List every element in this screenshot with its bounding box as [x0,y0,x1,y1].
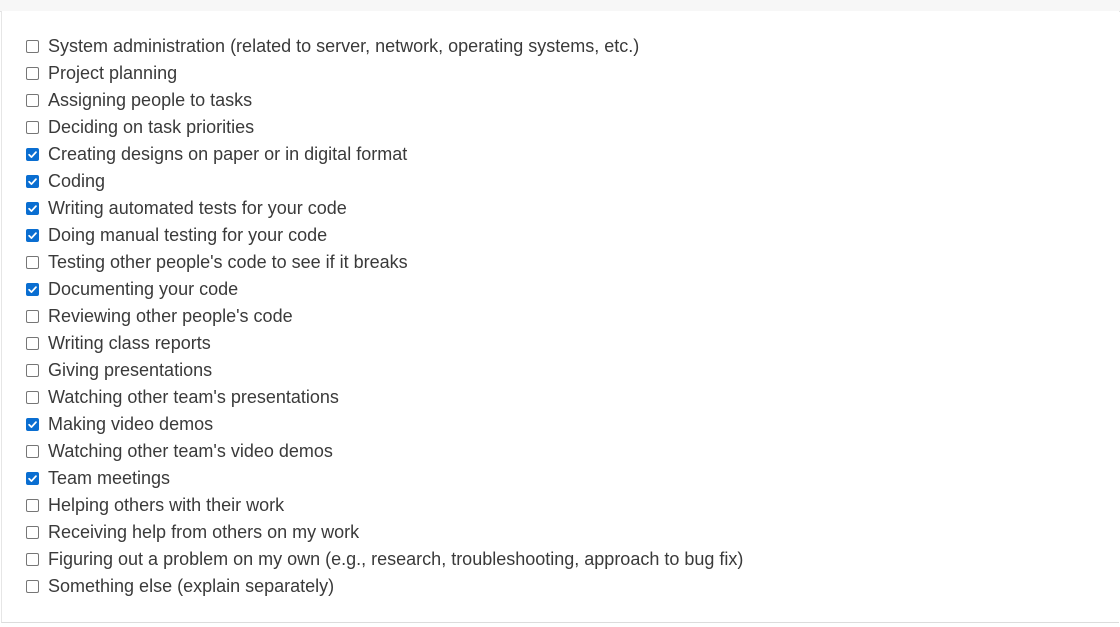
checkbox-option[interactable]: Watching other team's presentations [26,384,743,411]
checkbox[interactable] [26,283,39,296]
checkbox[interactable] [26,310,39,323]
checkbox-option[interactable]: Team meetings [26,465,743,492]
checkmark-icon [28,178,37,185]
checkbox-option[interactable]: Assigning people to tasks [26,87,743,114]
checkbox-option[interactable]: Creating designs on paper or in digital … [26,141,743,168]
checkbox[interactable] [26,121,39,134]
checkbox[interactable] [26,526,39,539]
checkbox-option[interactable]: Helping others with their work [26,492,743,519]
checkbox-label[interactable]: Figuring out a problem on my own (e.g., … [48,546,743,573]
checkbox-label[interactable]: Watching other team's presentations [48,384,339,411]
checkbox-label[interactable]: System administration (related to server… [48,33,639,60]
checkbox-label[interactable]: Assigning people to tasks [48,87,252,114]
checkbox-label[interactable]: Something else (explain separately) [48,573,334,600]
checkmark-icon [28,286,37,293]
checkbox[interactable] [26,229,39,242]
checkbox-option[interactable]: Writing automated tests for your code [26,195,743,222]
checkbox-label[interactable]: Receiving help from others on my work [48,519,359,546]
checkbox-option[interactable]: Watching other team's video demos [26,438,743,465]
checkbox-label[interactable]: Making video demos [48,411,213,438]
checkbox[interactable] [26,94,39,107]
checkmark-icon [28,475,37,482]
checkbox-label[interactable]: Helping others with their work [48,492,284,519]
checkbox-option[interactable]: Testing other people's code to see if it… [26,249,743,276]
checkmark-icon [28,421,37,428]
checkbox-option[interactable]: Something else (explain separately) [26,573,743,600]
checkmark-icon [28,205,37,212]
checkmark-icon [28,151,37,158]
checkbox-option[interactable]: Documenting your code [26,276,743,303]
checkbox-option[interactable]: Figuring out a problem on my own (e.g., … [26,546,743,573]
checkbox[interactable] [26,256,39,269]
checkbox-option[interactable]: System administration (related to server… [26,33,743,60]
checkbox-label[interactable]: Writing automated tests for your code [48,195,347,222]
checkbox-option[interactable]: Coding [26,168,743,195]
checkbox-label[interactable]: Doing manual testing for your code [48,222,327,249]
checkbox-option[interactable]: Project planning [26,60,743,87]
checkbox-option[interactable]: Writing class reports [26,330,743,357]
checkbox-label[interactable]: Reviewing other people's code [48,303,293,330]
checkbox-label[interactable]: Testing other people's code to see if it… [48,249,408,276]
checkbox-option[interactable]: Doing manual testing for your code [26,222,743,249]
checkbox[interactable] [26,337,39,350]
checkbox[interactable] [26,202,39,215]
checkbox-option[interactable]: Deciding on task priorities [26,114,743,141]
checkbox-label[interactable]: Deciding on task priorities [48,114,254,141]
checkbox[interactable] [26,472,39,485]
checkbox-option[interactable]: Receiving help from others on my work [26,519,743,546]
checkbox[interactable] [26,175,39,188]
checkbox[interactable] [26,148,39,161]
checkbox-label[interactable]: Project planning [48,60,177,87]
checkbox-label[interactable]: Writing class reports [48,330,211,357]
checkbox-label[interactable]: Documenting your code [48,276,238,303]
checkbox[interactable] [26,445,39,458]
checkmark-icon [28,232,37,239]
checkbox[interactable] [26,364,39,377]
checkbox-list: System administration (related to server… [26,33,743,600]
checkbox-label[interactable]: Watching other team's video demos [48,438,333,465]
checkbox-label[interactable]: Creating designs on paper or in digital … [48,141,407,168]
checkbox[interactable] [26,67,39,80]
checkbox-label[interactable]: Coding [48,168,105,195]
checkbox-question-card: System administration (related to server… [1,11,1119,623]
checkbox[interactable] [26,553,39,566]
checkbox[interactable] [26,580,39,593]
checkbox-option[interactable]: Reviewing other people's code [26,303,743,330]
checkbox[interactable] [26,418,39,431]
checkbox-label[interactable]: Team meetings [48,465,170,492]
checkbox[interactable] [26,391,39,404]
checkbox[interactable] [26,499,39,512]
checkbox-label[interactable]: Giving presentations [48,357,212,384]
checkbox[interactable] [26,40,39,53]
checkbox-option[interactable]: Making video demos [26,411,743,438]
checkbox-option[interactable]: Giving presentations [26,357,743,384]
